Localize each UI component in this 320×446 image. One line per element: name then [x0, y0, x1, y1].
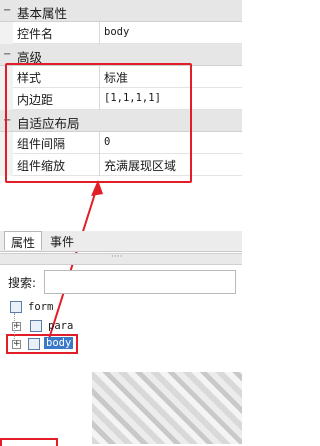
container-icon: [30, 320, 42, 332]
search-input[interactable]: [44, 270, 236, 294]
container-icon: [28, 338, 40, 350]
panel-splitter[interactable]: ····: [0, 252, 242, 265]
highlight-box-partial: [0, 438, 58, 446]
search-label: 搜索:: [8, 276, 37, 290]
tree-node-label-selected: body: [44, 337, 74, 349]
collapse-icon[interactable]: −: [3, 6, 11, 16]
category-title: 基本属性: [17, 6, 68, 21]
highlight-box-properties: [5, 63, 192, 183]
tab-bar: 属性 事件: [0, 231, 242, 252]
property-name: 控件名: [17, 27, 54, 41]
form-icon: [10, 301, 22, 313]
tree-node-body[interactable]: + body: [6, 334, 78, 354]
tree-connector: [14, 313, 15, 343]
category-basic[interactable]: − 基本属性: [0, 0, 242, 22]
tree-node-form[interactable]: form: [8, 299, 88, 317]
tree-node-label: para: [48, 320, 74, 332]
splitter-grip: ····: [111, 252, 123, 262]
tab-properties[interactable]: 属性: [4, 231, 43, 250]
tree-node-label: form: [28, 301, 54, 313]
property-value[interactable]: body: [104, 26, 129, 38]
tab-events[interactable]: 事件: [44, 231, 80, 250]
property-grid-empty-area: [0, 176, 242, 231]
property-row-control-name[interactable]: 控件名 body: [0, 22, 242, 44]
preview-thumbnail: [92, 372, 242, 444]
collapse-icon[interactable]: −: [3, 50, 11, 60]
